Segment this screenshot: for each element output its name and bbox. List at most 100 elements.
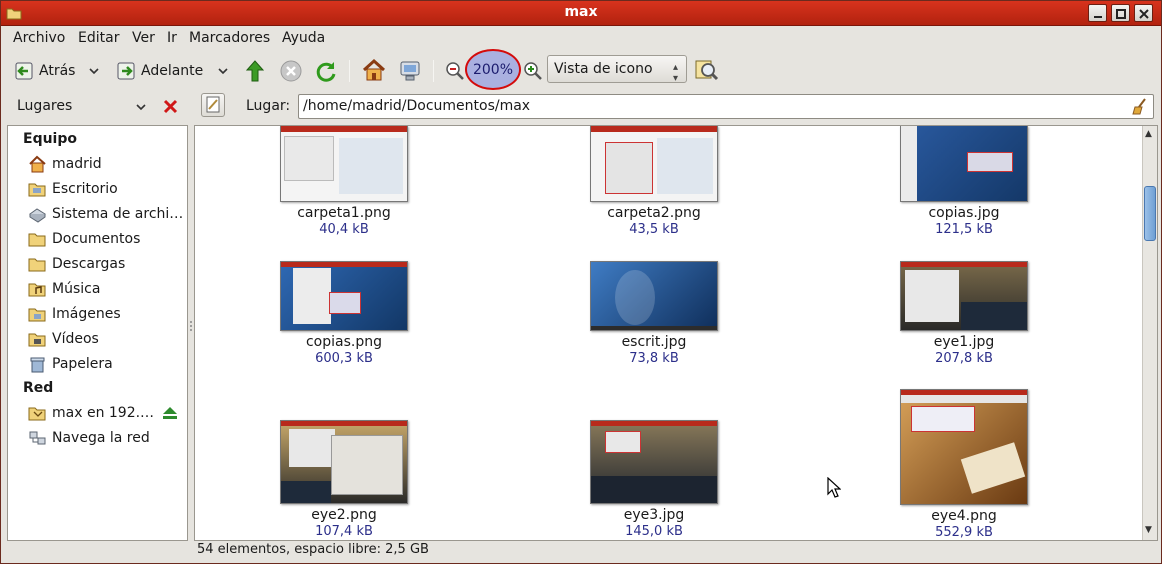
menu-ver[interactable]: Ver — [132, 30, 155, 46]
sidebar-item-browse-network[interactable]: Navega la red — [28, 427, 184, 449]
file-thumbnail — [590, 261, 718, 331]
file-size: 121,5 kB — [935, 222, 993, 237]
sidebar-item-escritorio[interactable]: Escritorio — [28, 178, 184, 200]
sidebar-item-musica[interactable]: Música — [28, 278, 184, 300]
location-path: /home/madrid/Documentos/max — [303, 98, 531, 114]
file-item[interactable]: eye3.jpg 145,0 kB — [574, 420, 734, 539]
forward-history-dropdown[interactable] — [217, 56, 229, 86]
file-name: copias.jpg — [928, 205, 1000, 221]
sidebar-item-network-share[interactable]: max en 192.… — [28, 402, 153, 424]
sidebar-item-papelera[interactable]: Papelera — [28, 353, 184, 375]
network-icon — [29, 431, 46, 445]
sidebar-item-imagenes[interactable]: Imágenes — [28, 303, 184, 325]
scroll-up-arrow-icon[interactable]: ▲ — [1145, 129, 1152, 139]
view-mode-select[interactable]: Vista de icono ▴ ▾ — [547, 55, 687, 84]
section-heading-equipo: Equipo — [23, 131, 77, 147]
computer-icon — [400, 61, 420, 81]
location-input[interactable]: /home/madrid/Documentos/max — [298, 94, 1154, 119]
close-window-button[interactable] — [1134, 4, 1153, 22]
file-item[interactable]: eye4.png 552,9 kB — [884, 389, 1044, 540]
chevron-down-icon — [218, 68, 228, 75]
vertical-scrollbar[interactable]: ▲ ▼ — [1142, 126, 1157, 540]
mouse-cursor-icon — [827, 477, 841, 498]
videos-folder-icon — [28, 333, 46, 347]
home-button[interactable] — [361, 56, 387, 86]
file-size: 600,3 kB — [315, 351, 373, 366]
file-thumbnail — [280, 261, 408, 331]
file-item[interactable]: carpeta1.png 40,4 kB — [264, 126, 424, 237]
back-button[interactable]: Atrás — [13, 56, 75, 86]
menu-bar: Archivo Editar Ver Ir Marcadores Ayuda — [1, 26, 1161, 52]
sidebar-item-descargas[interactable]: Descargas — [28, 253, 184, 275]
menu-editar[interactable]: Editar — [78, 30, 119, 46]
menu-archivo[interactable]: Archivo — [13, 30, 65, 46]
zoom-level-button[interactable]: 200% — [465, 49, 521, 90]
folder-icon — [28, 233, 46, 247]
computer-button[interactable] — [398, 56, 422, 86]
zoom-out-icon — [446, 62, 464, 80]
edit-note-icon — [206, 96, 220, 113]
file-item[interactable]: eye1.jpg 207,8 kB — [884, 261, 1044, 366]
sidebar-item-label: max en 192.… — [52, 405, 153, 421]
up-arrow-icon — [245, 60, 265, 82]
up-button[interactable] — [244, 56, 266, 86]
sidebar-item-filesystem[interactable]: Sistema de archi… — [28, 203, 184, 225]
file-item[interactable]: carpeta2.png 43,5 kB — [574, 126, 734, 237]
menu-ayuda[interactable]: Ayuda — [282, 30, 325, 46]
view-mode-value: Vista de icono — [554, 61, 653, 77]
forward-arrow-icon — [117, 62, 135, 80]
file-size: 207,8 kB — [935, 351, 993, 366]
forward-button[interactable]: Adelante — [115, 56, 203, 86]
zoom-in-button[interactable] — [523, 56, 543, 86]
clear-broom-icon[interactable] — [1131, 97, 1149, 115]
file-manager-window: max Archivo Editar Ver Ir Marcadores Ayu… — [0, 0, 1162, 564]
home-icon — [362, 58, 386, 81]
home-icon — [29, 155, 46, 173]
sidebar-item-label: Escritorio — [52, 181, 118, 197]
toggle-location-entry-button[interactable] — [201, 93, 225, 117]
file-name: eye4.png — [931, 508, 997, 524]
stop-button[interactable] — [279, 56, 303, 86]
places-sidebar: Equipo madrid Escritorio Sistema de arch… — [7, 125, 188, 541]
sidebar-item-madrid[interactable]: madrid — [28, 153, 184, 175]
file-item[interactable]: copias.png 600,3 kB — [264, 261, 424, 366]
minimize-button[interactable] — [1088, 4, 1107, 22]
search-button[interactable] — [693, 55, 719, 85]
back-history-dropdown[interactable] — [88, 56, 100, 86]
zoom-in-icon — [524, 62, 542, 80]
scroll-down-arrow-icon[interactable]: ▼ — [1145, 525, 1152, 535]
sidebar-item-documentos[interactable]: Documentos — [28, 228, 184, 250]
scrollbar-thumb[interactable] — [1144, 186, 1156, 241]
file-name: eye2.png — [311, 507, 377, 523]
zoom-level-label: 200% — [472, 61, 514, 78]
file-item[interactable]: copias.jpg 121,5 kB — [884, 126, 1044, 237]
sidebar-item-label: Documentos — [52, 231, 141, 247]
menu-marcadores[interactable]: Marcadores — [189, 30, 270, 46]
sidebar-item-label: madrid — [52, 156, 102, 172]
file-thumbnail — [280, 420, 408, 504]
sidebar-item-videos[interactable]: Vídeos — [28, 328, 184, 350]
close-sidebar-icon[interactable] — [163, 99, 178, 114]
reload-button[interactable] — [314, 56, 338, 86]
file-thumbnail — [590, 126, 718, 202]
spin-arrows-icon: ▴ ▾ — [672, 62, 678, 84]
title-bar: max — [1, 1, 1161, 26]
pane-resize-grip[interactable] — [189, 319, 193, 333]
sidebar-item-label: Música — [52, 281, 101, 297]
pictures-folder-icon — [28, 308, 46, 322]
file-size: 145,0 kB — [625, 524, 683, 539]
drive-icon — [29, 208, 46, 223]
chevron-down-icon[interactable] — [135, 101, 147, 113]
network-folder-icon — [28, 407, 46, 421]
desktop-folder-icon — [28, 183, 46, 197]
zoom-out-button[interactable] — [445, 56, 465, 86]
maximize-button[interactable] — [1111, 4, 1130, 22]
eject-icon[interactable] — [162, 406, 178, 420]
search-icon — [695, 60, 719, 81]
sidebar-item-label: Sistema de archi… — [52, 206, 184, 222]
menu-ir[interactable]: Ir — [167, 30, 177, 46]
file-item[interactable]: escrit.jpg 73,8 kB — [574, 261, 734, 366]
file-item[interactable]: eye2.png 107,4 kB — [264, 420, 424, 539]
file-thumbnail — [590, 420, 718, 504]
chevron-down-icon — [89, 68, 99, 75]
